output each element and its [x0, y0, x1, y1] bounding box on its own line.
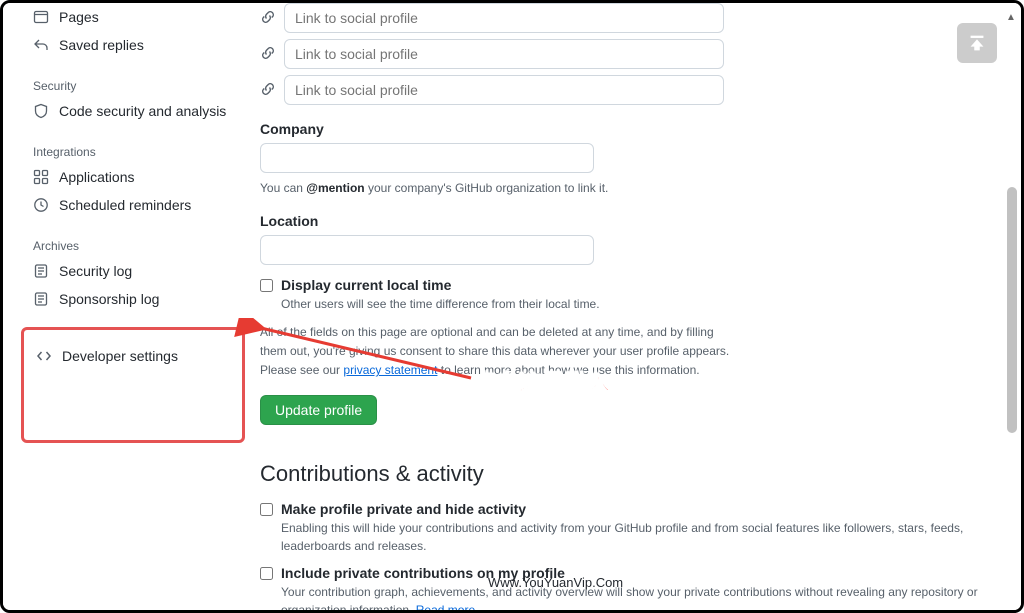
- sidebar-item-label: Security log: [59, 263, 132, 279]
- profile-disclaimer: All of the fields on this page are optio…: [260, 323, 730, 381]
- social-link-row: [260, 75, 997, 105]
- watermark-text: Www.YouYuanVip.Com: [488, 575, 623, 590]
- vertical-scrollbar[interactable]: ▲: [1003, 9, 1019, 604]
- sidebar-item-label: Developer settings: [62, 348, 178, 364]
- link-icon: [260, 45, 276, 64]
- settings-sidebar: Pages Saved replies Security Code securi…: [3, 3, 248, 610]
- location-input[interactable]: [260, 235, 594, 265]
- make-private-checkbox[interactable]: [260, 503, 273, 516]
- sidebar-item-applications[interactable]: Applications: [25, 163, 240, 191]
- company-hint: You can @mention your company's GitHub o…: [260, 179, 997, 197]
- display-localtime-desc: Other users will see the time difference…: [281, 295, 997, 313]
- company-input[interactable]: [260, 143, 594, 173]
- sidebar-item-sponsorship-log[interactable]: Sponsorship log: [25, 285, 240, 313]
- shield-icon: [33, 103, 49, 119]
- reply-icon: [33, 37, 49, 53]
- sidebar-item-label: Applications: [59, 169, 135, 185]
- apps-icon: [33, 169, 49, 185]
- sidebar-item-label: Pages: [59, 9, 99, 25]
- link-icon: [260, 9, 276, 28]
- include-private-desc: Your contribution graph, achievements, a…: [281, 583, 997, 610]
- social-link-row: [260, 3, 997, 33]
- main-content: Company You can @mention your company's …: [248, 3, 1021, 610]
- sidebar-item-security-log[interactable]: Security log: [25, 257, 240, 285]
- mention-text: @mention: [306, 181, 364, 195]
- company-label: Company: [260, 121, 997, 137]
- sidebar-header-security: Security: [25, 73, 240, 97]
- log-icon: [33, 263, 49, 279]
- location-label: Location: [260, 213, 997, 229]
- contributions-title: Contributions & activity: [260, 461, 997, 487]
- privacy-statement-link[interactable]: privacy statement: [343, 363, 437, 377]
- display-localtime-checkbox[interactable]: [260, 279, 273, 292]
- scroll-to-top-button[interactable]: [957, 23, 997, 63]
- browser-icon: [33, 9, 49, 25]
- sidebar-item-saved-replies[interactable]: Saved replies: [25, 31, 240, 59]
- read-more-link[interactable]: Read more: [416, 603, 475, 610]
- link-icon: [260, 81, 276, 100]
- scrollbar-thumb[interactable]: [1007, 187, 1017, 433]
- social-link-input[interactable]: [284, 39, 724, 69]
- display-localtime-label: Display current local time: [281, 277, 451, 293]
- sidebar-item-code-security[interactable]: Code security and analysis: [25, 97, 240, 125]
- sidebar-item-developer-settings[interactable]: Developer settings: [32, 342, 234, 370]
- social-link-input[interactable]: [284, 75, 724, 105]
- code-icon: [36, 348, 52, 364]
- make-private-label: Make profile private and hide activity: [281, 501, 526, 517]
- update-profile-button[interactable]: Update profile: [260, 395, 377, 425]
- sidebar-item-scheduled-reminders[interactable]: Scheduled reminders: [25, 191, 240, 219]
- sidebar-item-label: Sponsorship log: [59, 291, 159, 307]
- include-private-checkbox[interactable]: [260, 567, 273, 580]
- social-link-input[interactable]: [284, 3, 724, 33]
- sidebar-header-archives: Archives: [25, 233, 240, 257]
- sidebar-item-label: Saved replies: [59, 37, 144, 53]
- sidebar-header-integrations: Integrations: [25, 139, 240, 163]
- social-link-row: [260, 39, 997, 69]
- log-icon: [33, 291, 49, 307]
- developer-settings-highlight: Developer settings: [21, 327, 245, 443]
- sidebar-item-label: Scheduled reminders: [59, 197, 191, 213]
- scrollbar-up-arrow[interactable]: ▲: [1003, 9, 1019, 25]
- clock-icon: [33, 197, 49, 213]
- sidebar-item-label: Code security and analysis: [59, 103, 226, 119]
- make-private-desc: Enabling this will hide your contributio…: [281, 519, 997, 555]
- sidebar-item-pages[interactable]: Pages: [25, 3, 240, 31]
